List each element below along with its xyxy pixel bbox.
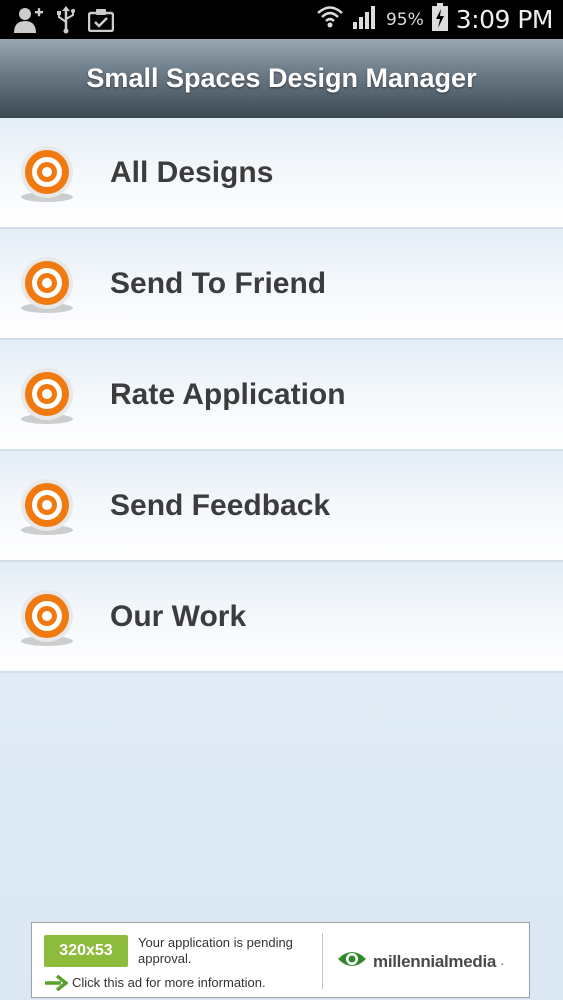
eye-logo-icon	[336, 947, 368, 976]
ad-banner[interactable]: 320x53 Your application is pending appro…	[31, 922, 530, 998]
menu-item-label: Send Feedback	[110, 489, 331, 522]
main-menu: All Designs Send To Friend Rate Applicat…	[0, 118, 563, 673]
target-icon	[18, 366, 76, 428]
ad-brand-logo: millennialmedia .	[336, 947, 504, 976]
page-title: Small Spaces Design Manager	[86, 63, 477, 93]
menu-item-all-designs[interactable]: All Designs	[0, 118, 563, 229]
target-icon	[18, 144, 76, 206]
app-title-bar: Small Spaces Design Manager	[0, 39, 563, 119]
menu-item-label: Rate Application	[110, 378, 346, 411]
battery-percent: 95%	[385, 9, 424, 30]
menu-item-send-to-friend[interactable]: Send To Friend	[0, 229, 563, 340]
clipboard-check-icon	[87, 8, 115, 37]
ad-click-text: Click this ad for more information.	[72, 975, 266, 990]
menu-item-label: All Designs	[110, 156, 274, 189]
status-bar: 95% 3:09 PM	[0, 0, 563, 39]
ad-brand-name: millennialmedia	[373, 951, 497, 971]
clock: 3:09 PM	[455, 5, 554, 34]
signal-icon	[352, 4, 378, 35]
menu-item-label: Our Work	[110, 600, 247, 633]
menu-item-send-feedback[interactable]: Send Feedback	[0, 451, 563, 562]
ad-brand-mark: .	[501, 956, 504, 967]
ad-size-badge: 320x53	[44, 935, 128, 967]
menu-item-rate-application[interactable]: Rate Application	[0, 340, 563, 451]
target-icon	[18, 588, 76, 650]
menu-item-our-work[interactable]: Our Work	[0, 562, 563, 673]
add-contact-icon	[14, 7, 44, 38]
target-icon	[18, 255, 76, 317]
battery-charging-icon	[431, 3, 448, 36]
wifi-icon	[316, 3, 344, 36]
menu-item-label: Send To Friend	[110, 267, 327, 300]
arrow-right-icon	[44, 974, 69, 996]
ad-message: Your application is pending approval.	[138, 935, 293, 966]
target-icon	[18, 477, 76, 539]
usb-icon	[56, 6, 76, 39]
ad-divider	[322, 933, 323, 989]
